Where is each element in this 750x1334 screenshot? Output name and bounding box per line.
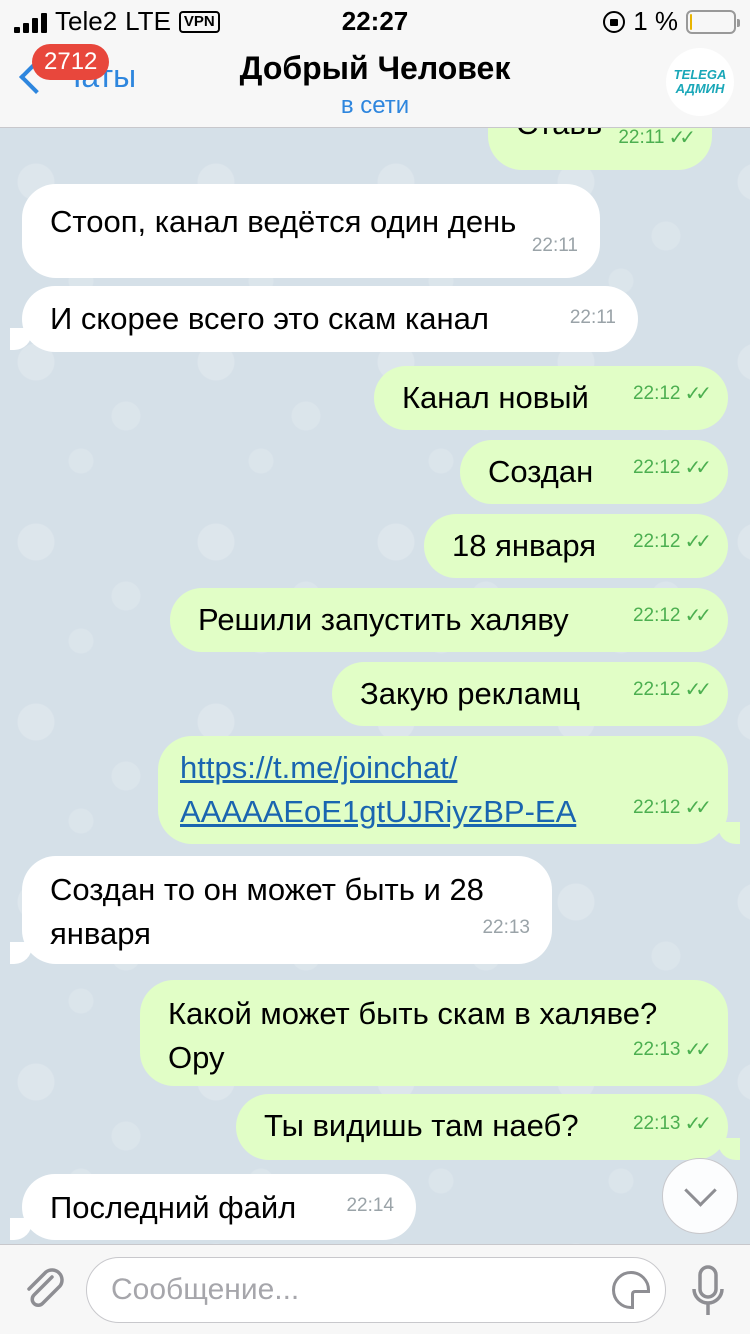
message-outgoing[interactable]: Закую рекламц 22:12 ✓✓ bbox=[332, 662, 728, 726]
message-outgoing[interactable]: Ставь 22:11✓✓ bbox=[488, 128, 712, 170]
message-composer bbox=[0, 1244, 750, 1334]
bubble-tail bbox=[10, 328, 32, 350]
battery-level bbox=[690, 13, 692, 30]
bubble-tail bbox=[10, 1218, 32, 1240]
message-text: И скорее всего это скам канал bbox=[50, 301, 489, 336]
chat-header: Чаты 2712 Добрый Человек в сети TELEGA А… bbox=[0, 40, 750, 128]
avatar-text-line1: TELEGA bbox=[673, 67, 727, 82]
message-time: 22:14 bbox=[346, 1195, 394, 1216]
message-outgoing[interactable]: Какой может быть скам в халяве? Ору 22:1… bbox=[140, 980, 728, 1086]
message-outgoing[interactable]: Решили запустить халяву 22:12 ✓✓ bbox=[170, 588, 728, 652]
scroll-to-bottom-button[interactable] bbox=[662, 1158, 738, 1234]
message-outgoing[interactable]: Ты видишь там наеб? 22:13 ✓✓ bbox=[236, 1094, 728, 1160]
message-incoming[interactable]: И скорее всего это скам канал 22:11 bbox=[22, 286, 638, 352]
link-line-1: https://t.me/joinchat/ bbox=[180, 750, 458, 785]
link-line-2: AAAAAEoE1gtUJRiyzBP-EA bbox=[180, 794, 577, 829]
message-time: 22:12 bbox=[632, 383, 681, 404]
read-checks-icon: ✓✓ bbox=[684, 383, 711, 405]
sticker-icon[interactable] bbox=[612, 1271, 650, 1309]
message-text: Стооп, канал ведётся один день bbox=[50, 204, 517, 239]
read-checks-icon: ✓✓ bbox=[684, 457, 711, 479]
message-text-line-2: января bbox=[50, 916, 151, 951]
bubble-tail bbox=[718, 1138, 740, 1160]
message-time: 22:11 bbox=[531, 235, 578, 256]
bubble-tail bbox=[718, 822, 740, 844]
message-text-line-1: Какой может быть скам в халяве? bbox=[168, 996, 658, 1031]
message-input[interactable] bbox=[86, 1257, 666, 1323]
message-incoming[interactable]: Последний файл 22:14 bbox=[22, 1174, 416, 1240]
battery-icon bbox=[686, 9, 740, 34]
read-checks-icon: ✓✓ bbox=[684, 1113, 711, 1135]
message-time: 22:12 bbox=[632, 679, 681, 700]
message-incoming[interactable]: Создан то он может быть и 28 января 22:1… bbox=[22, 856, 552, 964]
invite-link[interactable]: https://t.me/joinchat/ AAAAAEoE1gtUJRiyz… bbox=[180, 746, 700, 834]
paperclip-icon[interactable] bbox=[20, 1265, 68, 1313]
message-time: 22:13 bbox=[632, 1113, 681, 1134]
message-time: 22:13 bbox=[632, 1039, 681, 1060]
message-time: 22:12 bbox=[632, 457, 681, 478]
chat-status: в сети bbox=[340, 92, 410, 119]
orientation-lock-icon bbox=[603, 10, 626, 33]
read-checks-icon: ✓✓ bbox=[684, 797, 711, 819]
message-text: Последний файл bbox=[50, 1190, 297, 1225]
message-text-line-2: Ору bbox=[168, 1040, 225, 1075]
avatar[interactable]: TELEGA АДМИН bbox=[666, 48, 734, 116]
message-time: 22:11 bbox=[618, 128, 665, 148]
avatar-text-line2: АДМИН bbox=[675, 81, 725, 96]
message-outgoing[interactable]: https://t.me/joinchat/ AAAAAEoE1gtUJRiyz… bbox=[158, 736, 728, 844]
read-checks-icon: ✓✓ bbox=[684, 679, 711, 701]
message-list[interactable]: Ставь 22:11✓✓ Стооп, канал ведётся один … bbox=[0, 128, 750, 1244]
microphone-icon[interactable] bbox=[690, 1263, 726, 1319]
read-checks-icon: ✓✓ bbox=[668, 128, 695, 149]
read-checks-icon: ✓✓ bbox=[684, 1039, 711, 1061]
status-bar: Tele2 LTE VPN 22:27 1 % bbox=[0, 0, 750, 40]
message-outgoing[interactable]: Канал новый 22:12 ✓✓ bbox=[374, 366, 728, 430]
message-time: 22:13 bbox=[482, 917, 530, 938]
read-checks-icon: ✓✓ bbox=[684, 605, 711, 627]
message-time: 22:12 bbox=[632, 531, 681, 552]
message-incoming[interactable]: Стооп, канал ведётся один день 22:11 bbox=[22, 184, 600, 278]
message-text: Решили запустить халяву bbox=[198, 602, 569, 637]
message-time: 22:11 bbox=[569, 307, 616, 328]
bubble-tail bbox=[10, 942, 32, 964]
battery-percent: 1 % bbox=[633, 6, 678, 36]
read-checks-icon: ✓✓ bbox=[684, 531, 711, 553]
message-time: 22:12 bbox=[632, 797, 681, 818]
message-text-line-1: Создан то он может быть и 28 bbox=[50, 872, 484, 907]
message-outgoing[interactable]: Создан 22:12 ✓✓ bbox=[460, 440, 728, 504]
message-outgoing[interactable]: 18 января 22:12 ✓✓ bbox=[424, 514, 728, 578]
message-time: 22:12 bbox=[632, 605, 681, 626]
chat-title[interactable]: Добрый Человек bbox=[0, 50, 750, 87]
